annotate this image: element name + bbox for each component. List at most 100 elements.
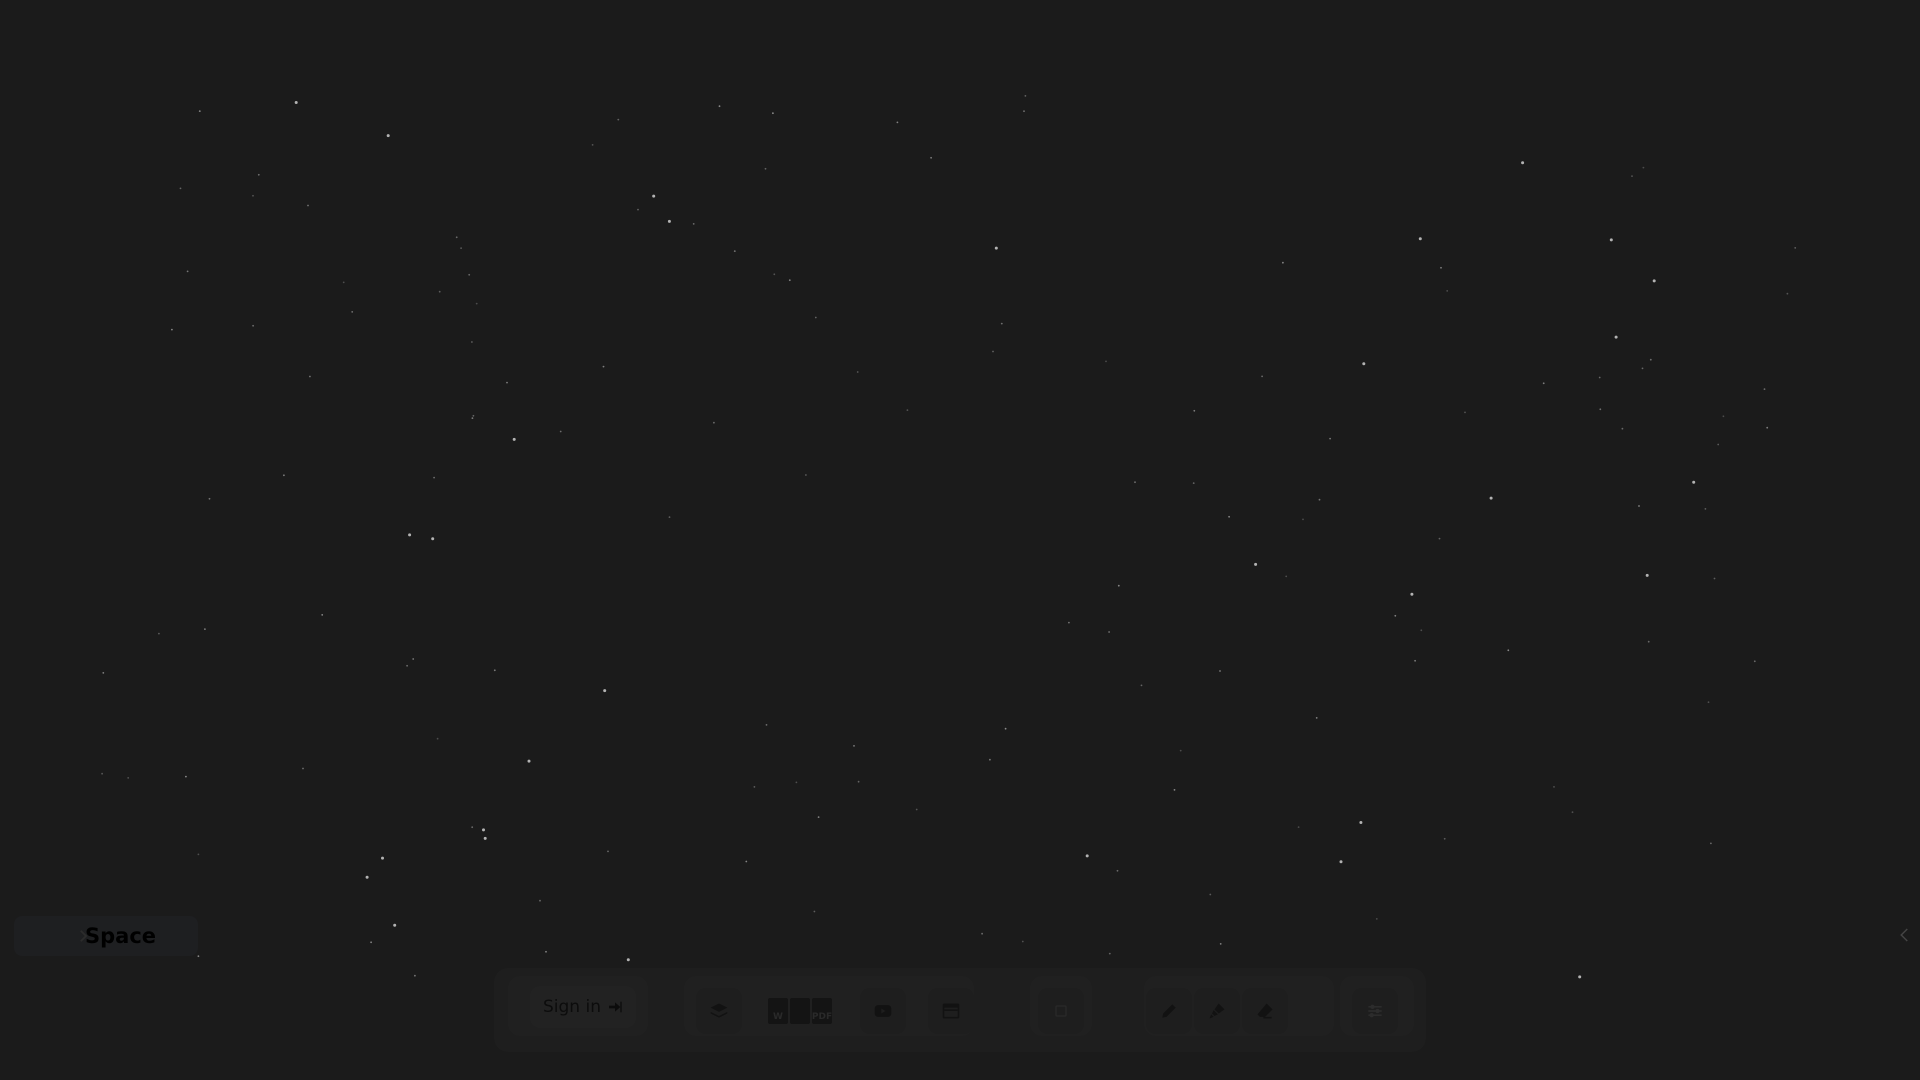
star — [692, 223, 695, 225]
word-doc-icon: W — [768, 998, 788, 1024]
star — [198, 110, 201, 112]
youtube-button[interactable] — [860, 988, 906, 1034]
star — [652, 194, 656, 198]
star — [471, 826, 474, 829]
star — [1024, 95, 1027, 97]
star — [1786, 292, 1789, 295]
star — [302, 767, 304, 770]
star — [559, 430, 562, 433]
star — [545, 950, 547, 953]
star — [930, 156, 932, 159]
star — [1329, 437, 1331, 440]
star — [1410, 592, 1414, 596]
marker-button[interactable] — [1194, 988, 1240, 1034]
star — [321, 614, 324, 616]
star — [753, 786, 756, 788]
star — [626, 958, 630, 962]
star — [512, 437, 516, 441]
star — [1359, 821, 1363, 824]
star — [1446, 290, 1449, 292]
star — [813, 910, 816, 913]
star — [817, 816, 820, 818]
star — [483, 836, 487, 840]
star — [468, 273, 471, 276]
star — [1193, 409, 1196, 412]
star — [1140, 684, 1143, 687]
star — [1228, 515, 1230, 518]
star — [607, 850, 609, 853]
star — [1362, 362, 1366, 366]
star — [1254, 562, 1258, 566]
star — [764, 167, 767, 170]
star — [1571, 811, 1574, 814]
layers-icon — [710, 1003, 728, 1018]
star — [307, 204, 309, 207]
star — [381, 856, 384, 860]
star — [208, 497, 211, 500]
star — [1117, 584, 1120, 587]
star — [179, 187, 182, 190]
star — [896, 121, 899, 124]
chevron-left-icon[interactable] — [1896, 924, 1914, 946]
star — [1766, 426, 1769, 429]
star — [1179, 749, 1182, 752]
star — [1068, 621, 1070, 624]
star — [1642, 166, 1645, 169]
star — [718, 105, 721, 108]
star — [1521, 161, 1525, 165]
star — [386, 134, 390, 138]
star — [252, 194, 254, 197]
star — [101, 772, 103, 775]
sign-in-button[interactable]: Sign in — [530, 986, 636, 1028]
star — [1652, 279, 1656, 283]
star — [989, 758, 991, 761]
image-doc-icon — [790, 998, 810, 1024]
space-label: Space — [85, 924, 157, 948]
pencil-button[interactable] — [1146, 988, 1192, 1034]
star — [1282, 261, 1284, 264]
star — [185, 775, 187, 778]
settings-button[interactable] — [1352, 988, 1398, 1034]
space-canvas[interactable] — [0, 0, 1920, 1080]
star — [1647, 640, 1650, 643]
youtube-icon — [874, 1005, 892, 1017]
star — [853, 745, 855, 747]
star — [857, 780, 860, 783]
star — [1418, 237, 1422, 241]
documents-button[interactable]: W PDF — [760, 988, 840, 1034]
star — [471, 417, 474, 419]
star — [772, 112, 774, 115]
space-panel-toggle[interactable]: Space — [14, 916, 198, 956]
star — [1464, 411, 1466, 414]
star — [915, 808, 918, 811]
star — [1209, 893, 1212, 896]
star — [1108, 952, 1111, 955]
star — [351, 311, 354, 313]
star — [1722, 415, 1725, 418]
star — [309, 375, 311, 378]
pencil-icon — [1162, 1004, 1176, 1018]
square-shape-button[interactable] — [1038, 988, 1084, 1034]
star — [393, 923, 397, 927]
star — [981, 932, 983, 935]
star — [158, 632, 160, 635]
eraser-button[interactable] — [1242, 988, 1288, 1034]
star — [408, 533, 412, 537]
star — [204, 628, 206, 630]
star — [197, 955, 200, 958]
star — [1285, 575, 1288, 578]
browser-window-button[interactable] — [928, 988, 974, 1034]
square-icon — [1055, 1005, 1067, 1017]
star — [438, 290, 441, 293]
star — [1794, 247, 1797, 249]
star — [1763, 388, 1766, 390]
star — [765, 724, 768, 726]
bottom-toolbar: Sign in W PDF — [494, 968, 1426, 1052]
star — [127, 777, 130, 779]
star — [1443, 837, 1446, 840]
star — [1707, 701, 1710, 704]
star — [1339, 860, 1343, 864]
star — [370, 941, 372, 944]
star — [1609, 238, 1613, 242]
layers-button[interactable] — [696, 988, 742, 1034]
